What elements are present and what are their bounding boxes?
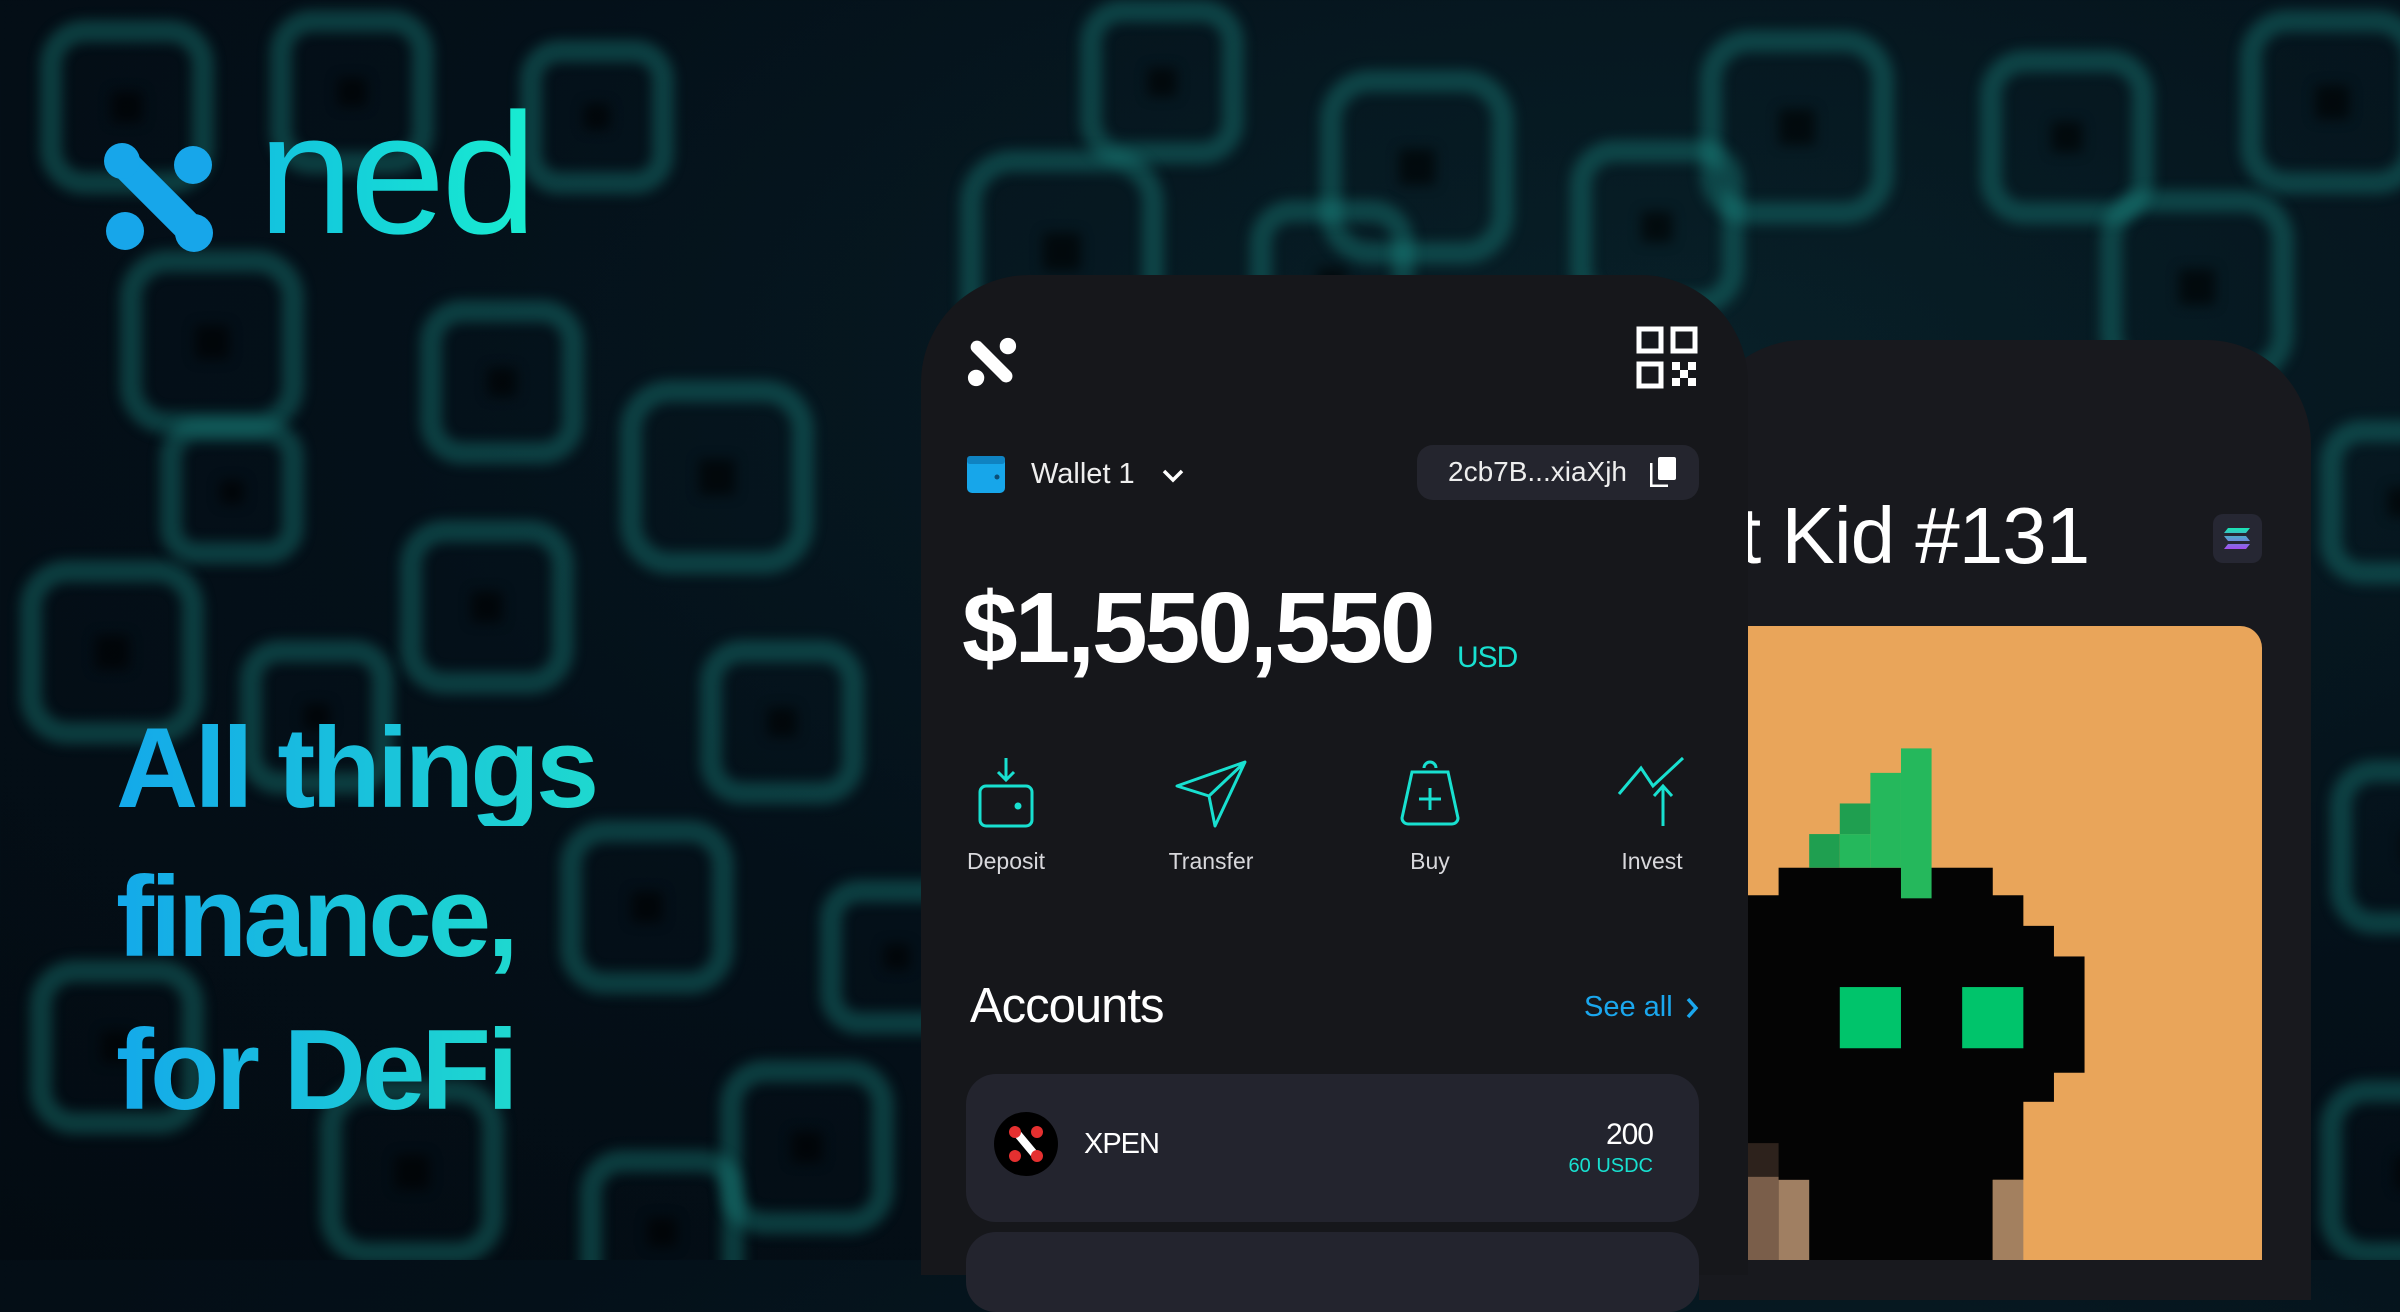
xpen-token-icon <box>994 1112 1058 1176</box>
balance-currency: USD <box>1457 641 1518 674</box>
app-logo-icon[interactable] <box>967 337 1017 387</box>
balance-amount: $1,550,550 <box>962 572 1435 684</box>
background-square <box>560 820 734 994</box>
background-square <box>580 1150 744 1260</box>
background-square <box>400 520 574 694</box>
background-square <box>160 420 304 564</box>
background-square <box>720 1060 894 1234</box>
background-square <box>2240 10 2400 194</box>
account-row[interactable]: XPEN 200 60 USDC <box>966 1074 1699 1222</box>
see-all-label: See all <box>1584 991 1673 1023</box>
brand-name: ned <box>258 78 537 270</box>
nft-title: t Kid #131 <box>1739 491 2090 580</box>
buy-label: Buy <box>1410 848 1450 874</box>
solana-icon <box>2224 528 2250 549</box>
deposit-label: Deposit <box>967 848 1045 874</box>
copy-icon[interactable] <box>1650 457 1676 487</box>
account-row[interactable] <box>966 1232 1699 1312</box>
headline-line-1: All things <box>116 705 599 832</box>
qr-code-icon[interactable] <box>1636 326 1698 389</box>
background-square <box>420 300 584 464</box>
accounts-heading: Accounts <box>970 979 1165 1033</box>
transfer-label: Transfer <box>1168 848 1254 874</box>
chevron-down-icon <box>1162 469 1183 482</box>
ned-logo-icon <box>104 143 213 252</box>
background-square <box>700 640 864 804</box>
wallet-selector[interactable]: Wallet 1 <box>967 456 1185 493</box>
deposit-icon <box>978 758 1034 828</box>
transfer-button[interactable]: Transfer <box>1121 756 1301 875</box>
background-square <box>2320 420 2400 584</box>
invest-chart-icon <box>1617 756 1685 826</box>
invest-label: Invest <box>1621 848 1683 874</box>
nft-phone-screen: t Kid #131 <box>1699 340 2311 1300</box>
account-name: XPEN <box>1084 1128 1160 1160</box>
nft-pixel-art[interactable] <box>1748 626 2262 1260</box>
send-icon <box>1175 760 1247 828</box>
wallet-address: 2cb7B...xiaXjh <box>1448 456 1627 487</box>
wallet-address-copy[interactable]: 2cb7B...xiaXjh <box>1417 445 1699 500</box>
background-square <box>1080 0 1244 164</box>
background-square <box>120 250 304 434</box>
headline-line-2: finance, <box>116 854 519 981</box>
account-sub-amount: 60 USDC <box>1568 1155 1653 1177</box>
account-amount: 200 <box>1605 1118 1654 1151</box>
shopping-bag-icon <box>1400 760 1460 826</box>
background-square <box>520 40 674 194</box>
wallet-name: Wallet 1 <box>1031 458 1135 490</box>
background-square <box>2320 1080 2400 1260</box>
wallet-icon <box>967 456 1005 493</box>
headline-line-3: for DeFi <box>116 1007 519 1134</box>
invest-button[interactable]: Invest <box>1562 756 1742 875</box>
deposit-button[interactable]: Deposit <box>916 756 1096 875</box>
background-square <box>620 380 814 574</box>
chevron-right-icon <box>1686 997 1699 1018</box>
solana-badge[interactable] <box>2213 514 2262 563</box>
background-square <box>2330 760 2400 934</box>
see-all-link[interactable]: See all <box>1584 991 1699 1024</box>
buy-button[interactable]: Buy <box>1340 756 1520 875</box>
